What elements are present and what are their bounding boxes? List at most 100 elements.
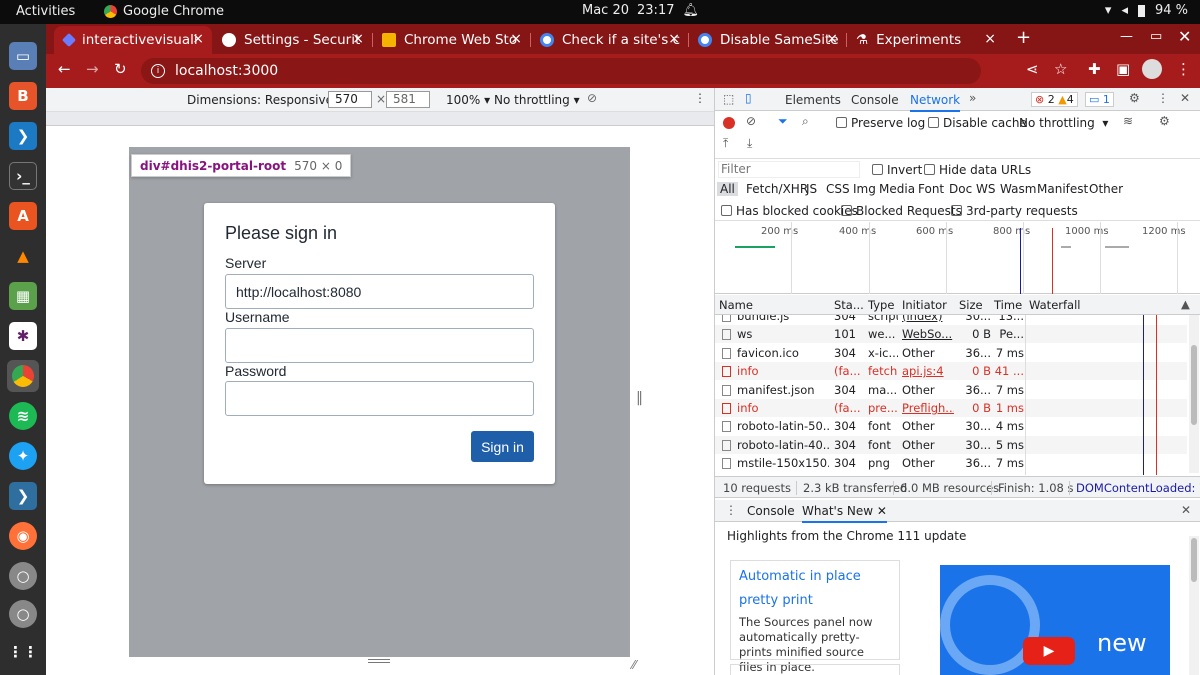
reload-icon[interactable]: ↻	[114, 60, 127, 78]
whats-new-promo-image[interactable]: ▶ new	[940, 565, 1170, 675]
media-query-ruler[interactable]	[46, 112, 714, 126]
preserve-log-checkbox[interactable]: Preserve log	[836, 116, 925, 130]
col-time[interactable]: Time	[994, 298, 1022, 312]
brave-icon[interactable]: B	[9, 82, 37, 110]
profile-avatar[interactable]	[1142, 59, 1162, 79]
show-apps-icon[interactable]: ⋮⋮	[8, 638, 38, 666]
tab-elements[interactable]: Elements	[785, 93, 841, 107]
cell-initiator[interactable]: WebSo...	[902, 327, 954, 341]
close-devtools-icon[interactable]: ✕	[1180, 91, 1190, 105]
network-settings-icon[interactable]: ⚙	[1159, 114, 1170, 128]
close-tab-icon[interactable]: ×	[826, 31, 838, 47]
disk2-icon[interactable]: ○	[9, 600, 37, 628]
drawer-scrollbar[interactable]	[1189, 536, 1199, 675]
type-filter-img[interactable]: Img	[853, 182, 876, 196]
tab-console[interactable]: Console	[851, 93, 899, 107]
table-row[interactable]: favicon.ico 304 x-ic... Other 36... 7 ms	[715, 343, 1187, 362]
tab-experiments[interactable]: ⚗ Experiments ×	[846, 26, 1004, 54]
twitter-icon[interactable]: ✦	[9, 442, 37, 470]
extensions-icon[interactable]: ✚	[1088, 60, 1101, 78]
forward-icon[interactable]: →	[86, 60, 99, 78]
files-icon[interactable]: ▭	[9, 42, 37, 70]
table-row[interactable]: manifest.json 304 ma... Other 36... 7 ms	[715, 380, 1187, 399]
inspect-element-icon[interactable]: ⬚	[723, 92, 734, 106]
tab-settings[interactable]: Settings - Securit ×	[212, 26, 372, 54]
blocked-cookies-checkbox[interactable]: Has blocked cookies	[721, 204, 858, 218]
cell-initiator[interactable]: Prefligh...	[902, 401, 954, 415]
zoom-dropdown[interactable]: 100% ▾	[446, 93, 490, 107]
back-icon[interactable]: ←	[58, 60, 71, 78]
cell-initiator[interactable]: Other	[902, 419, 954, 433]
type-filter-font[interactable]: Font	[918, 182, 944, 196]
software-icon[interactable]: A	[9, 202, 37, 230]
spotify-icon[interactable]: ≋	[9, 402, 37, 430]
drawer-tab-console[interactable]: Console	[747, 504, 795, 518]
firefox-icon[interactable]: ◉	[9, 522, 37, 550]
type-filter-other[interactable]: Other	[1089, 182, 1123, 196]
new-tab-button[interactable]: +	[1016, 27, 1031, 48]
vscode-icon[interactable]: ❯	[9, 122, 37, 150]
maximize-button[interactable]: ▭	[1150, 29, 1162, 44]
cell-initiator[interactable]: Other	[902, 346, 954, 360]
server-input[interactable]: http://localhost:8080	[225, 274, 534, 309]
tab-disable-samesite[interactable]: Disable SameSite ×	[688, 26, 846, 54]
clock[interactable]: Mac 20 23:17 🔔︎	[582, 3, 699, 18]
grid-scrollbar[interactable]	[1189, 315, 1199, 473]
table-row[interactable]: roboto-latin-40... 304 font Other 30... 5 ms	[715, 435, 1187, 454]
activities-button[interactable]: Activities	[16, 4, 75, 19]
search-icon[interactable]: ⌕	[802, 114, 809, 129]
viewport-resize-handle-right[interactable]: ‖	[636, 390, 643, 406]
col-status[interactable]: Sta...	[834, 298, 864, 312]
system-tray[interactable]: ▾ ◂ 94 %	[1105, 3, 1188, 18]
chrome-dock-icon[interactable]	[7, 360, 39, 392]
device-toggle-icon[interactable]: ▯	[745, 91, 752, 105]
col-waterfall[interactable]: Waterfall	[1029, 298, 1080, 312]
terminal-icon[interactable]: ›_	[9, 162, 37, 190]
filter-input[interactable]: Filter	[718, 161, 860, 178]
import-har-icon[interactable]: ⤒	[723, 136, 728, 151]
close-tab-icon[interactable]: ×	[352, 31, 364, 47]
close-tab-icon[interactable]: ×	[192, 31, 204, 47]
info-icon[interactable]: i	[151, 64, 165, 78]
table-row[interactable]: info (fa... pre... Prefligh... 0 B 1 ms	[715, 399, 1187, 417]
disable-cache-checkbox[interactable]: Disable cache	[928, 116, 1027, 130]
col-type[interactable]: Type	[868, 298, 894, 312]
sign-in-button[interactable]: Sign in	[471, 431, 534, 462]
network-throttle-dropdown[interactable]: No throttling ▾	[1019, 116, 1108, 130]
type-filter-wasm[interactable]: Wasm	[1000, 182, 1036, 196]
feature-card[interactable]: Automatic in place pretty print The Sour…	[730, 560, 900, 674]
powershell-icon[interactable]: ❯	[9, 482, 37, 510]
menu-kebab-icon[interactable]: ⋮	[1176, 60, 1191, 78]
type-filter-fetch[interactable]: Fetch/XHR	[746, 182, 808, 196]
feature-card-next[interactable]	[730, 664, 900, 675]
minimize-button[interactable]: —	[1120, 29, 1133, 44]
viewport-corner-handle[interactable]: ⁄⁄	[632, 658, 636, 672]
invert-checkbox[interactable]: Invert	[872, 163, 922, 177]
col-initiator[interactable]: Initiator	[902, 298, 947, 312]
network-conditions-icon[interactable]: ≋	[1123, 114, 1133, 128]
table-row[interactable]: roboto-latin-50... 304 font Other 30... 4 ms	[715, 417, 1187, 436]
viewport-resize-handle-bottom[interactable]	[368, 659, 390, 663]
rotate-icon[interactable]: ⊘	[587, 91, 597, 105]
third-party-checkbox[interactable]: 3rd-party requests	[951, 204, 1078, 218]
hide-data-urls-checkbox[interactable]: Hide data URLs	[924, 163, 1031, 177]
bookmark-star-icon[interactable]: ☆	[1054, 60, 1067, 78]
close-tab-icon[interactable]: ×	[510, 31, 522, 47]
sidepanel-icon[interactable]: ▣	[1116, 60, 1130, 78]
cell-initiator[interactable]: Other	[902, 438, 954, 452]
record-icon[interactable]	[723, 117, 735, 129]
close-tab-icon[interactable]: ×	[668, 31, 680, 47]
type-filter-doc[interactable]: Doc	[949, 182, 972, 196]
close-window-button[interactable]: ✕	[1178, 27, 1191, 46]
sort-up-icon[interactable]: ▲	[1181, 297, 1190, 311]
dimensions-dropdown[interactable]: Dimensions: Responsive ▾	[187, 93, 343, 107]
drawer-menu-icon[interactable]: ⋮	[725, 503, 737, 517]
table-row[interactable]: bundle.js 304 script (index) 30... 13...	[715, 315, 1187, 325]
type-filter-ws[interactable]: WS	[976, 182, 995, 196]
more-tabs-icon[interactable]: »	[969, 91, 976, 105]
issues-counter[interactable]: ⊗ 2 ▲4	[1031, 92, 1078, 107]
blocked-requests-checkbox[interactable]: Blocked Requests	[841, 204, 962, 218]
network-overview[interactable]: 200 ms 400 ms 600 ms 800 ms 1000 ms 1200…	[715, 222, 1200, 294]
type-filter-css[interactable]: CSS	[826, 182, 850, 196]
tab-network[interactable]: Network	[910, 93, 961, 112]
